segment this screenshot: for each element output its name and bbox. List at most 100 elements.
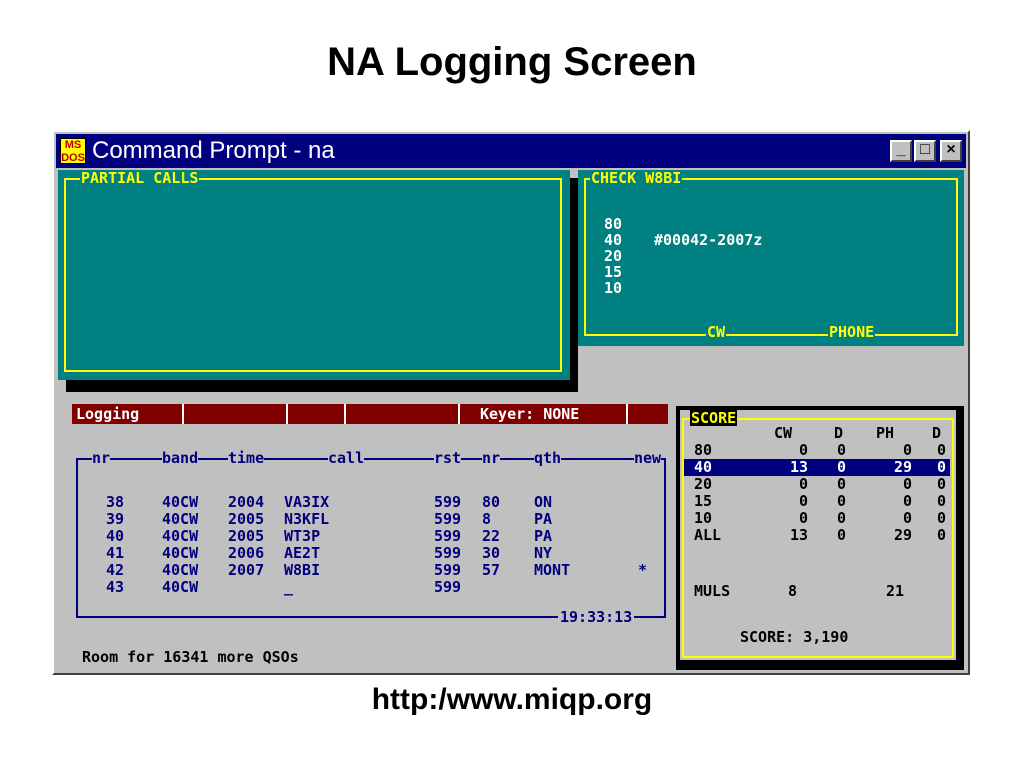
score-cell-ph: 0: [902, 441, 912, 459]
check-band-80: 80: [604, 215, 623, 233]
col-header-time: time: [228, 449, 265, 467]
keyer-label: Keyer: NONE: [480, 405, 580, 423]
log-cell-call: _: [284, 578, 294, 596]
score-cell-cw: 0: [798, 441, 808, 459]
score-hdr-cw: CW: [774, 424, 793, 442]
log-cell-qth: MONT: [534, 561, 571, 579]
score-hdr-d1: D: [834, 424, 844, 442]
log-cell-nr2: 30: [482, 544, 501, 562]
logging-status-bar: Logging Keyer: NONE: [72, 404, 668, 424]
score-cell-d2: 0: [936, 441, 946, 459]
slide-title: NA Logging Screen: [327, 40, 697, 84]
partial-calls-label: PARTIAL CALLS: [80, 170, 200, 187]
score-cell-d1: 0: [836, 475, 846, 493]
log-frame-right: [664, 458, 666, 618]
score-cell-band: 10: [694, 509, 713, 527]
col-header-new: new: [634, 449, 662, 467]
col-header-qth: qth: [534, 449, 562, 467]
status-segment-1: [182, 404, 286, 424]
log-cell-nr: 42: [105, 561, 124, 579]
score-cell-ph: 0: [902, 475, 912, 493]
col-header-call: call: [328, 449, 365, 467]
log-cell-qth: ON: [534, 493, 553, 511]
status-segment-end: [626, 404, 668, 424]
log-cell-qth: PA: [534, 510, 553, 528]
check-band-20: 20: [604, 247, 623, 265]
log-cell-qth: NY: [534, 544, 553, 562]
score-cell-d2: 0: [936, 475, 946, 493]
footer-url[interactable]: http:/www.miqp.org: [0, 683, 1024, 717]
col-header-nr2: nr: [482, 449, 501, 467]
log-cell-rst: 599: [434, 493, 462, 511]
log-cell-band: 40CW: [162, 578, 199, 596]
score-cell-cw: 13: [789, 458, 808, 476]
partial-calls-shadow: [570, 178, 578, 388]
log-cell-rst: 599: [434, 510, 462, 528]
log-cell-nr2: 80: [482, 493, 501, 511]
score-cell-cw: 0: [798, 492, 808, 510]
score-cell-band: ALL: [694, 526, 722, 544]
console-area[interactable]: PARTIAL CALLS CHECK W8BI 80 40 20 15 10 …: [58, 170, 964, 670]
log-cell-call: N3KFL: [284, 510, 330, 528]
log-cell-call: WT3P: [284, 527, 321, 545]
log-cell-time: 2005: [228, 510, 265, 528]
log-cell-nr: 40: [105, 527, 124, 545]
score-cell-cw: 0: [798, 475, 808, 493]
close-button[interactable]: ×: [940, 140, 962, 162]
score-inner: SCORE CW D PH D 80 0 0 0 0 40 13 0 29 0 20 0 0 0 0 15 0 0…: [680, 410, 956, 660]
score-label: SCORE: [690, 409, 738, 427]
logging-mode-label: Logging: [76, 405, 140, 423]
log-cell-rst: 599: [434, 527, 462, 545]
check-phone-label: PHONE: [828, 323, 876, 341]
log-clock: 19:33:13: [558, 608, 635, 626]
score-frame: [682, 418, 954, 658]
log-cell-nr2: 8: [482, 510, 492, 528]
col-header-nr: nr: [92, 449, 111, 467]
check-entry-40: #00042-2007z: [654, 231, 763, 249]
muls-cw: 8: [788, 582, 798, 600]
log-cell-band: 40CW: [162, 493, 199, 511]
log-cell-nr: 43: [105, 578, 124, 596]
check-cw-label: CW: [706, 323, 727, 341]
status-segment-2: [286, 404, 344, 424]
maximize-button[interactable]: □: [914, 140, 936, 162]
score-total: SCORE: 3,190: [740, 628, 849, 646]
log-cell-call: W8BI: [284, 561, 321, 579]
log-cell-rst: 599: [434, 544, 462, 562]
msdos-icon[interactable]: MS DOS: [60, 138, 86, 164]
check-band-40: 40: [604, 231, 623, 249]
score-cell-d2: 0: [936, 509, 946, 527]
score-hdr-ph: PH: [876, 424, 895, 442]
check-band-10: 10: [604, 279, 623, 297]
score-cell-ph: 29: [893, 458, 912, 476]
partial-calls-shadow-bottom: [66, 380, 578, 392]
log-cell-nr: 39: [105, 510, 124, 528]
score-cell-cw: 0: [798, 509, 808, 527]
partial-calls-frame: [64, 178, 562, 372]
score-hdr-d2: D: [932, 424, 942, 442]
status-segment-3: [344, 404, 458, 424]
minimize-button[interactable]: _: [890, 140, 912, 162]
log-cell-rst: 599: [434, 578, 462, 596]
window-title: Command Prompt - na: [92, 137, 335, 164]
log-cell-time: 2007: [228, 561, 265, 579]
room-message: Room for 16341 more QSOs: [82, 648, 299, 666]
log-cell-nr: 38: [105, 493, 124, 511]
score-cell-d2: 0: [936, 526, 946, 544]
score-cell-ph: 0: [902, 492, 912, 510]
score-cell-band: 80: [694, 441, 713, 459]
log-cell-band: 40CW: [162, 510, 199, 528]
score-cell-d1: 0: [836, 509, 846, 527]
muls-ph: 21: [886, 582, 905, 600]
score-cell-band: 15: [694, 492, 713, 510]
check-frame: [584, 178, 958, 336]
status-segment-keyer: Keyer: NONE: [458, 404, 626, 424]
score-cell-cw: 13: [789, 526, 808, 544]
window-titlebar[interactable]: MS DOS Command Prompt - na _ □ ×: [56, 134, 966, 168]
log-cell-band: 40CW: [162, 527, 199, 545]
log-cell-time: 2004: [228, 493, 265, 511]
log-cell-time: 2006: [228, 544, 265, 562]
score-cell-ph: 0: [902, 509, 912, 527]
score-cell-d1: 0: [836, 492, 846, 510]
log-cell-qth: PA: [534, 527, 553, 545]
